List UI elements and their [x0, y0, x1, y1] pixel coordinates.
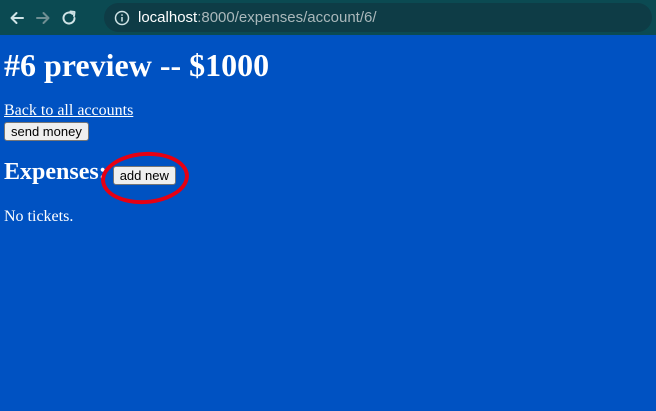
- back-to-accounts-link[interactable]: Back to all accounts: [4, 101, 133, 121]
- send-money-button[interactable]: send money: [4, 122, 89, 141]
- url-host: localhost: [138, 9, 198, 26]
- page-content: #6 preview -- $1000 Back to all accounts…: [4, 35, 652, 227]
- info-icon[interactable]: [114, 10, 130, 26]
- expenses-header: Expenses: add new: [4, 148, 652, 207]
- reload-icon[interactable]: [58, 7, 80, 29]
- add-new-button[interactable]: add new: [112, 165, 176, 185]
- url-text: localhost:8000/expenses/account/6/: [138, 9, 377, 26]
- url-path: :8000/expenses/account/6/: [197, 9, 377, 26]
- expenses-heading: Expenses:: [4, 159, 107, 185]
- forward-arrow-icon[interactable]: [32, 7, 54, 29]
- page-title: #6 preview -- $1000: [4, 47, 270, 83]
- address-bar[interactable]: localhost:8000/expenses/account/6/: [104, 3, 652, 32]
- empty-state-text: No tickets.: [4, 208, 74, 225]
- back-arrow-icon[interactable]: [6, 7, 28, 29]
- browser-toolbar: localhost:8000/expenses/account/6/: [0, 0, 656, 35]
